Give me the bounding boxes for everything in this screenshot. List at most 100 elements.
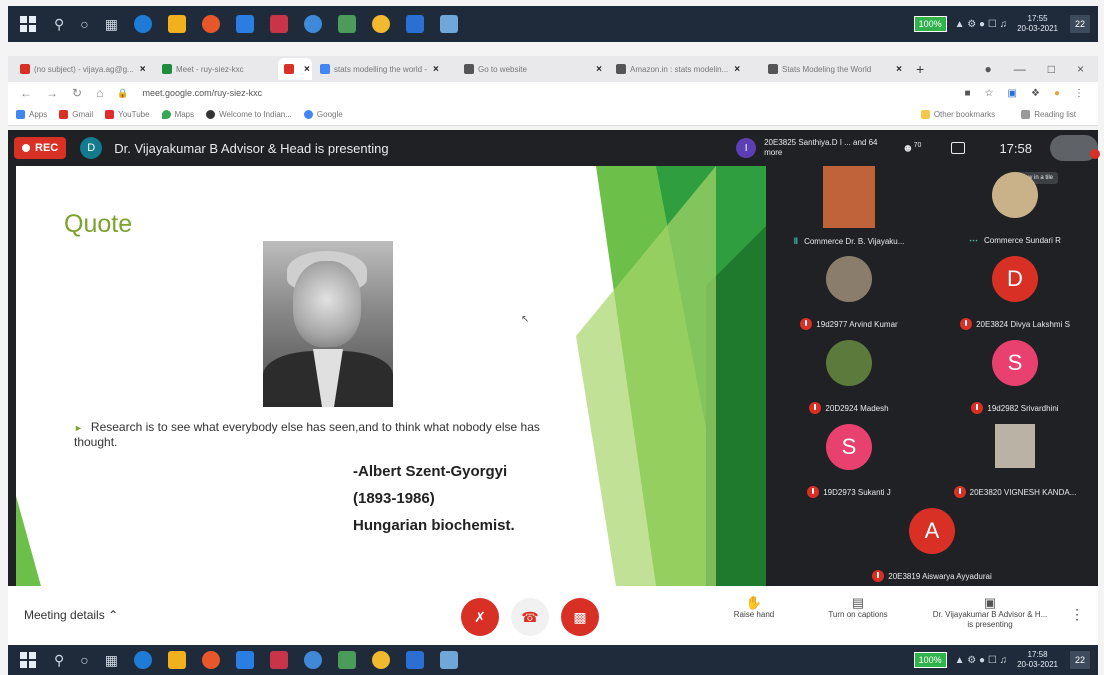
participant-tile[interactable]: 20E3820 VIGNESH KANDA... (932, 418, 1098, 502)
participant-tile[interactable]: 19d2977 Arvind Kumar (766, 250, 932, 334)
app-icon[interactable] (269, 651, 288, 669)
app-icon-2[interactable] (439, 15, 458, 33)
forward-icon[interactable]: → (46, 86, 58, 100)
participant-tile[interactable]: ‖ Commerce Dr. B. Vijayaku... (766, 166, 932, 250)
chrome-icon[interactable] (371, 651, 390, 669)
participant-tile[interactable]: S 19d2982 Srivardhini (932, 334, 1098, 418)
tab-active[interactable]: × (278, 58, 312, 80)
tab-stats-modeling[interactable]: Stats Modeling the World × (762, 58, 908, 80)
reading-list[interactable]: Reading list (1021, 110, 1076, 119)
notification-icon[interactable]: 22 (1070, 15, 1090, 33)
bookmark-apps[interactable]: Apps (16, 110, 47, 119)
close-window-icon[interactable]: × (1077, 62, 1084, 76)
notification-icon[interactable]: 22 (1070, 651, 1090, 669)
task-view-icon[interactable]: ▦ (105, 16, 118, 33)
gmail-icon (59, 110, 69, 119)
menu-icon[interactable]: ⋮ (1074, 88, 1084, 99)
minimize-icon[interactable]: — (1014, 62, 1026, 76)
task-view-icon[interactable]: ▦ (105, 652, 118, 669)
tab-go-to-website[interactable]: Go to website × (458, 58, 608, 80)
battery-indicator[interactable]: 100% (913, 16, 947, 32)
camera-toggle-button[interactable]: ▩ (561, 598, 599, 636)
other-bookmarks[interactable]: Other bookmarks (920, 110, 995, 119)
mic-toggle-button[interactable]: ✗ (461, 598, 499, 636)
back-icon[interactable]: ← (20, 86, 32, 100)
tab-gmail[interactable]: (no subject) - vijaya.ag@g... × (14, 58, 154, 80)
participant-tile[interactable]: S 19D2973 Sukanti J (766, 418, 932, 502)
joined-notice: 20E3825 Santhiya.D I ... and 64 more (764, 138, 878, 157)
tab-amazon[interactable]: Amazon.in : stats modelin... × (610, 58, 760, 80)
participant-tile[interactable]: 20D2924 Madesh (766, 334, 932, 418)
edge-icon[interactable] (133, 651, 152, 669)
tab-google-search[interactable]: stats modelling the world - × (314, 58, 456, 80)
system-tray-icons[interactable]: ▲ ⚙ ● ☐ ♫ (955, 19, 1007, 30)
recording-badge[interactable]: REC (14, 137, 67, 159)
close-tab-icon[interactable]: × (596, 64, 602, 75)
extension-icon[interactable]: ▣ (1008, 88, 1017, 99)
app-icon-2[interactable] (439, 651, 458, 669)
teams-icon[interactable] (405, 15, 424, 33)
battery-indicator[interactable]: 100% (913, 652, 947, 668)
star-icon[interactable]: ☆ (985, 88, 994, 99)
firefox-icon[interactable] (201, 651, 220, 669)
camera-icon[interactable]: ■ (965, 88, 971, 99)
chat-icon[interactable] (951, 142, 966, 154)
close-tab-icon[interactable]: × (140, 64, 146, 75)
bookmark-gmail[interactable]: Gmail (59, 110, 93, 119)
participant-tile[interactable]: D 20E3824 Divya Lakshmi S (932, 250, 1098, 334)
cortana-icon[interactable]: ○ (80, 16, 88, 32)
windows-start-icon[interactable] (20, 652, 36, 668)
people-button[interactable]: ☻70 (902, 142, 921, 155)
app-icon[interactable] (269, 15, 288, 33)
url-field[interactable]: meet.google.com/ruy-siez-kxc (143, 88, 263, 98)
participant-photo (995, 424, 1035, 468)
search-icon[interactable]: ⚲ (54, 16, 64, 33)
chrome-icon[interactable] (371, 15, 390, 33)
teams-icon[interactable] (405, 651, 424, 669)
avatar[interactable]: ● (1054, 88, 1060, 99)
store-icon[interactable] (337, 651, 356, 669)
participant-tile[interactable]: A 20E3819 Aiswarya Ayyadurai (849, 502, 1015, 586)
globe-icon[interactable] (303, 15, 322, 33)
raise-hand-button[interactable]: ✋ Raise hand (724, 596, 784, 620)
globe-icon[interactable] (303, 651, 322, 669)
firefox-icon[interactable] (201, 15, 220, 33)
lock-icon[interactable]: 🔒 (117, 88, 128, 99)
more-options-icon[interactable]: ⋮ (1070, 606, 1084, 623)
cortana-icon[interactable]: ○ (80, 652, 88, 668)
maximize-icon[interactable]: □ (1048, 62, 1055, 76)
search-icon[interactable]: ⚲ (54, 652, 64, 669)
close-tab-icon[interactable]: × (734, 64, 740, 75)
reload-icon[interactable]: ↻ (72, 86, 82, 100)
store-icon[interactable] (337, 15, 356, 33)
presenting-button[interactable]: ▣ Dr. Vijayakumar B Advisor & H... is pres… (920, 596, 1060, 630)
bookmark-maps[interactable]: Maps (161, 110, 194, 119)
mail-icon[interactable] (235, 651, 254, 669)
tab-meet[interactable]: Meet - ruy-siez-kxc (156, 58, 276, 80)
new-tab-icon[interactable]: + (916, 61, 924, 77)
close-tab-icon[interactable]: × (304, 64, 310, 75)
people-icon: ☻ (902, 142, 914, 155)
home-icon[interactable]: ⌂ (96, 86, 103, 100)
edge-icon[interactable] (133, 15, 152, 33)
meeting-details-button[interactable]: Meeting details ⌃ (24, 608, 118, 622)
system-clock[interactable]: 17:55 20-03-2021 (1017, 14, 1058, 34)
close-tab-icon[interactable]: × (433, 64, 439, 75)
system-clock[interactable]: 17:58 20-03-2021 (1017, 650, 1058, 670)
clock-date: 20-03-2021 (1017, 660, 1058, 669)
captions-button[interactable]: ▤ Turn on captions (818, 596, 898, 620)
profile-icon[interactable]: ● (984, 62, 991, 76)
file-explorer-icon[interactable] (167, 15, 186, 33)
bookmark-youtube[interactable]: YouTube (105, 110, 150, 119)
windows-start-icon[interactable] (20, 16, 36, 32)
system-tray-icons[interactable]: ▲ ⚙ ● ☐ ♫ (955, 655, 1007, 666)
file-explorer-icon[interactable] (167, 651, 186, 669)
bookmark-welcome[interactable]: Welcome to Indian... (206, 110, 292, 119)
participant-tile[interactable]: ⋯ Commerce Sundari R (932, 166, 1098, 250)
self-view-tile[interactable] (1050, 135, 1100, 161)
close-tab-icon[interactable]: × (896, 64, 902, 75)
puzzle-icon[interactable]: ❖ (1031, 88, 1040, 99)
mail-icon[interactable] (235, 15, 254, 33)
bookmark-google[interactable]: Google (303, 110, 343, 119)
leave-call-button[interactable]: ☎ (511, 598, 549, 636)
